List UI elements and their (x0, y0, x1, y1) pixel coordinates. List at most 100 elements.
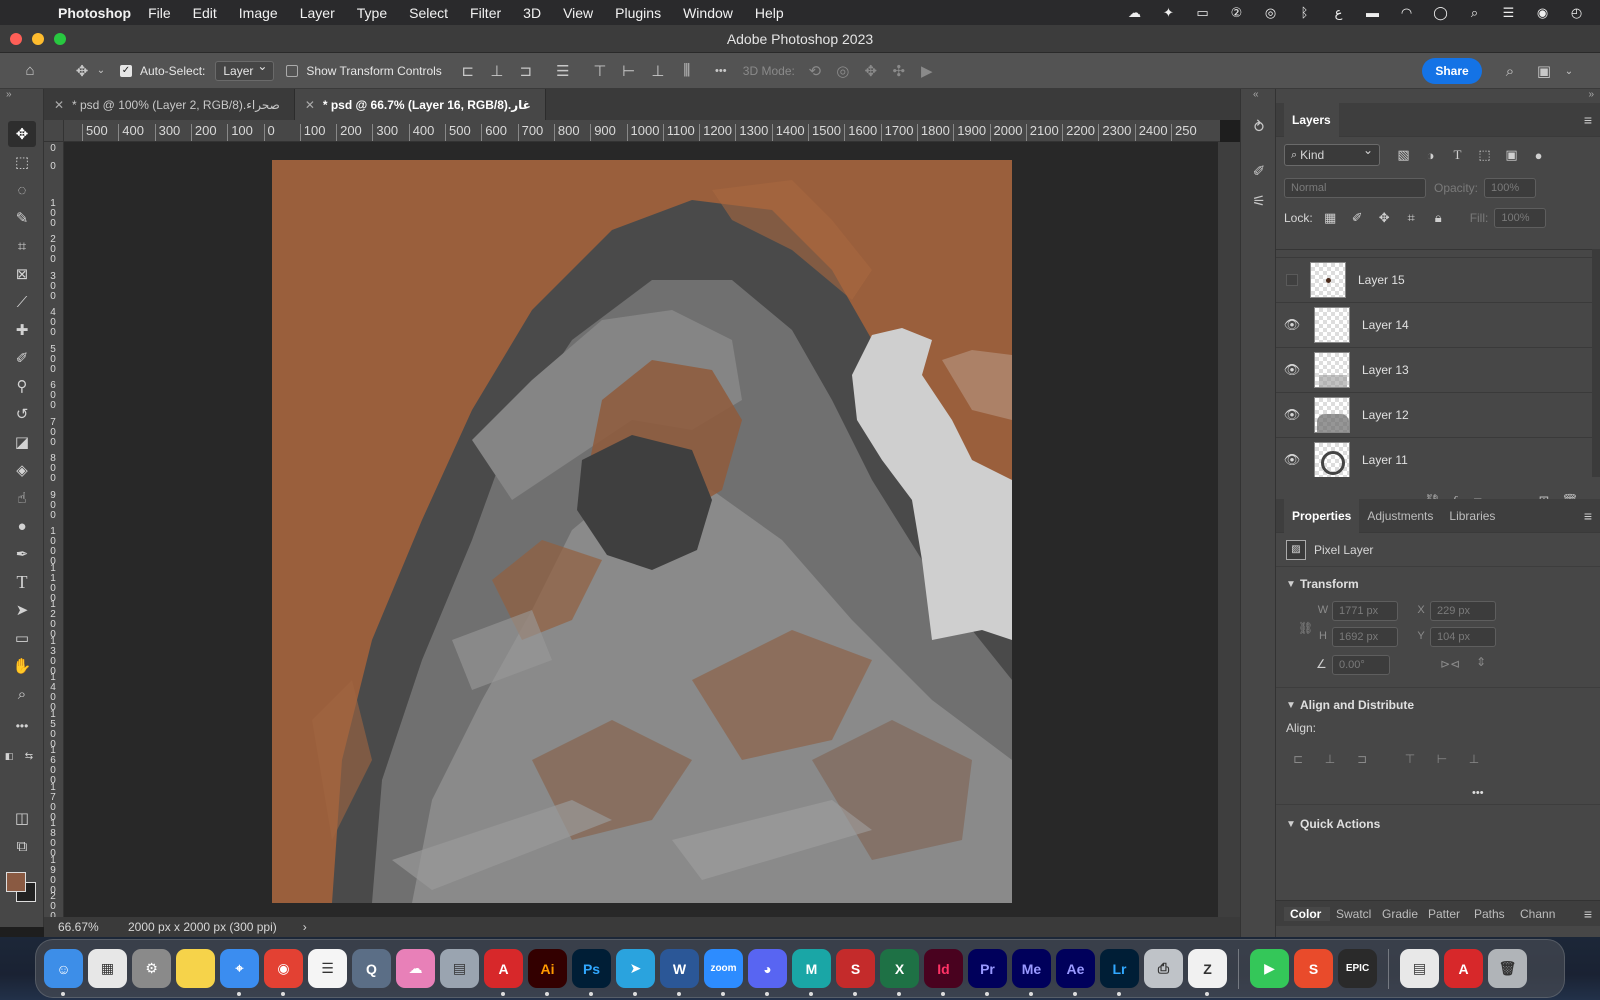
distribute-horizontal-icon[interactable]: ⫼ (675, 59, 699, 83)
dock-system-settings-icon[interactable]: ⚙ (132, 949, 171, 988)
3d-pan-icon[interactable]: ✥ (859, 59, 883, 83)
menu-filter[interactable]: Filter (470, 5, 501, 21)
filter-pixel-layers-icon[interactable]: ▧ (1390, 145, 1417, 165)
history-panel-icon[interactable]: ⥁ (1247, 115, 1271, 139)
panel-menu-icon[interactable]: ≡ (1584, 508, 1592, 524)
dock-zoom-icon[interactable]: zoom (704, 949, 743, 996)
zoom-level[interactable]: 66.67% (58, 920, 128, 934)
eye-icon[interactable]: 👁︎ (1276, 362, 1308, 378)
app-menu[interactable]: Photoshop (58, 5, 131, 21)
eyedropper-tool-icon[interactable]: ⟋ (8, 289, 36, 315)
3d-roll-icon[interactable]: ◎ (831, 59, 855, 83)
control-center-icon[interactable]: ☰ (1499, 5, 1518, 20)
path-selection-tool-icon[interactable]: ➤ (8, 597, 36, 623)
share-button[interactable]: Share (1422, 58, 1482, 84)
dock-trash-icon[interactable]: 🗑 (1488, 949, 1527, 988)
menu-layer[interactable]: Layer (300, 5, 335, 21)
collapse-panels-icon[interactable]: « (1253, 89, 1259, 100)
eraser-tool-icon[interactable]: ◪ (8, 429, 36, 455)
angle-input[interactable]: 0.00° (1332, 655, 1390, 675)
dock-telegram-icon[interactable]: ➤ (616, 949, 655, 996)
quick-mask-icon[interactable]: ◫ (8, 805, 36, 831)
close-tab-icon[interactable]: ✕ (305, 98, 315, 112)
menu-image[interactable]: Image (239, 5, 278, 21)
align-top-edges-icon[interactable]: ⊤ (588, 59, 612, 83)
workspace-chevron-icon[interactable]: ⌄ (1562, 59, 1576, 83)
brush-tool-icon[interactable]: ✐ (8, 345, 36, 371)
battery-icon[interactable]: ▬ (1363, 5, 1382, 20)
default-colors-icon[interactable]: ◧ (2, 743, 16, 769)
dock-excel-icon[interactable]: X (880, 949, 919, 996)
layer-name[interactable]: Layer 11 (1362, 453, 1408, 467)
tab-cave-document[interactable]: ✕ * psd @ 66.7% (Layer 16, RGB/8).غار (294, 89, 546, 120)
y-input[interactable]: 104 px (1430, 627, 1496, 647)
status-info-arrow[interactable]: › (303, 920, 307, 934)
dock-maya-icon[interactable]: M (792, 949, 831, 996)
clock-icon[interactable]: ◴ (1567, 5, 1586, 20)
foreground-color-swatch[interactable] (6, 872, 26, 892)
search-icon[interactable]: ⌕ (1498, 59, 1522, 83)
healing-brush-tool-icon[interactable]: ✚ (8, 317, 36, 343)
close-window-button[interactable] (10, 33, 22, 45)
dock-illustrator-icon[interactable]: Ai (528, 949, 567, 996)
eye-icon[interactable]: 👁︎ (1276, 407, 1308, 423)
filter-adjustment-layers-icon[interactable]: ◑ (1417, 145, 1444, 165)
flip-horizontal-icon[interactable]: ⊳⊲ (1440, 657, 1460, 671)
menu-view[interactable]: View (563, 5, 593, 21)
panel-menu-icon[interactable]: ≡ (1584, 112, 1592, 128)
chevron-down-icon[interactable]: ⌄ (94, 59, 108, 83)
document-canvas[interactable] (272, 160, 1012, 903)
layer-name[interactable]: Layer 14 (1362, 318, 1409, 332)
tab-gradients[interactable]: Gradie (1376, 907, 1422, 921)
quick-selection-tool-icon[interactable]: ✎ (8, 205, 36, 231)
keyboard-input-icon[interactable]: ع (1329, 5, 1348, 20)
home-icon[interactable]: ⌂ (18, 59, 42, 83)
dock-finder-icon[interactable]: ☺ (44, 949, 83, 996)
dock-safari-icon[interactable]: ⌖ (220, 949, 259, 996)
eye-icon[interactable]: 👁︎ (1276, 317, 1308, 333)
dock-creative-cloud-icon[interactable]: ☁ (396, 949, 435, 988)
brush-settings-icon[interactable]: ✐ (1247, 159, 1271, 183)
quick-actions-header[interactable]: ▼ Quick Actions (1276, 811, 1600, 837)
filter-shape-layers-icon[interactable]: ⬚ (1471, 145, 1498, 165)
dock-sketchup-icon[interactable]: S (836, 949, 875, 996)
canvas-vertical-scrollbar[interactable] (1218, 142, 1240, 927)
distribute-vertical-icon[interactable]: ☰ (551, 59, 575, 83)
screen-mode-icon[interactable]: ⧉ (8, 833, 36, 859)
layer-row-11[interactable]: 👁︎ Layer 11 (1276, 438, 1592, 477)
3d-orbit-icon[interactable]: ⟲ (803, 59, 827, 83)
user-icon[interactable]: ◯ (1431, 5, 1450, 20)
align-left-edges-icon[interactable]: ⊏ (456, 59, 480, 83)
display-icon[interactable]: ▭ (1193, 5, 1212, 20)
dock-printer-icon[interactable]: ⎙ (1144, 949, 1183, 988)
tab-paths[interactable]: Paths (1468, 907, 1514, 921)
tab-adjustments[interactable]: Adjustments (1359, 499, 1441, 533)
app-indicator-icon[interactable]: ✦ (1159, 5, 1178, 20)
x-input[interactable]: 229 px (1430, 601, 1496, 621)
creative-cloud-icon[interactable]: ☁ (1125, 5, 1144, 20)
menu-type[interactable]: Type (357, 5, 387, 21)
align-horizontal-centers-icon[interactable]: ⊥ (485, 59, 509, 83)
filter-type-layers-icon[interactable]: T (1444, 145, 1471, 165)
tab-desert-document[interactable]: ✕ * psd @ 100% (Layer 2, RGB/8).صحراء (44, 89, 295, 120)
spotlight-search-icon[interactable]: ⌕ (1465, 5, 1484, 20)
3d-slide-icon[interactable]: ✣ (887, 59, 911, 83)
menu-window[interactable]: Window (683, 5, 733, 21)
smudge-tool-icon[interactable]: ☝ (8, 485, 36, 511)
wifi-icon[interactable]: ◠ (1397, 5, 1416, 20)
blend-mode-dropdown[interactable]: Normal (1284, 178, 1426, 198)
lock-artboard-icon[interactable]: ⌗ (1398, 208, 1425, 228)
type-tool-icon[interactable]: T (8, 569, 36, 595)
align-vertical-centers-icon[interactable]: ⊢ (617, 59, 641, 83)
fill-input[interactable]: 100% (1494, 208, 1547, 228)
adjustments-sliders-icon[interactable]: ⚟ (1247, 189, 1271, 213)
move-tool-icon[interactable]: ✥ (8, 121, 36, 147)
dock-lightroom-icon[interactable]: Lr (1100, 949, 1139, 996)
dock-word-icon[interactable]: W (660, 949, 699, 996)
zoom-tool-icon[interactable]: ⌕ (8, 681, 36, 707)
show-transform-controls-checkbox[interactable] (286, 64, 299, 77)
dock-documents-icon[interactable]: ▤ (1400, 949, 1439, 988)
align-bottom-edges-icon[interactable]: ⊥ (646, 59, 670, 83)
expand-panels-icon[interactable]: » (1588, 89, 1594, 100)
transform-section-header[interactable]: ▼ Transform (1276, 571, 1600, 597)
